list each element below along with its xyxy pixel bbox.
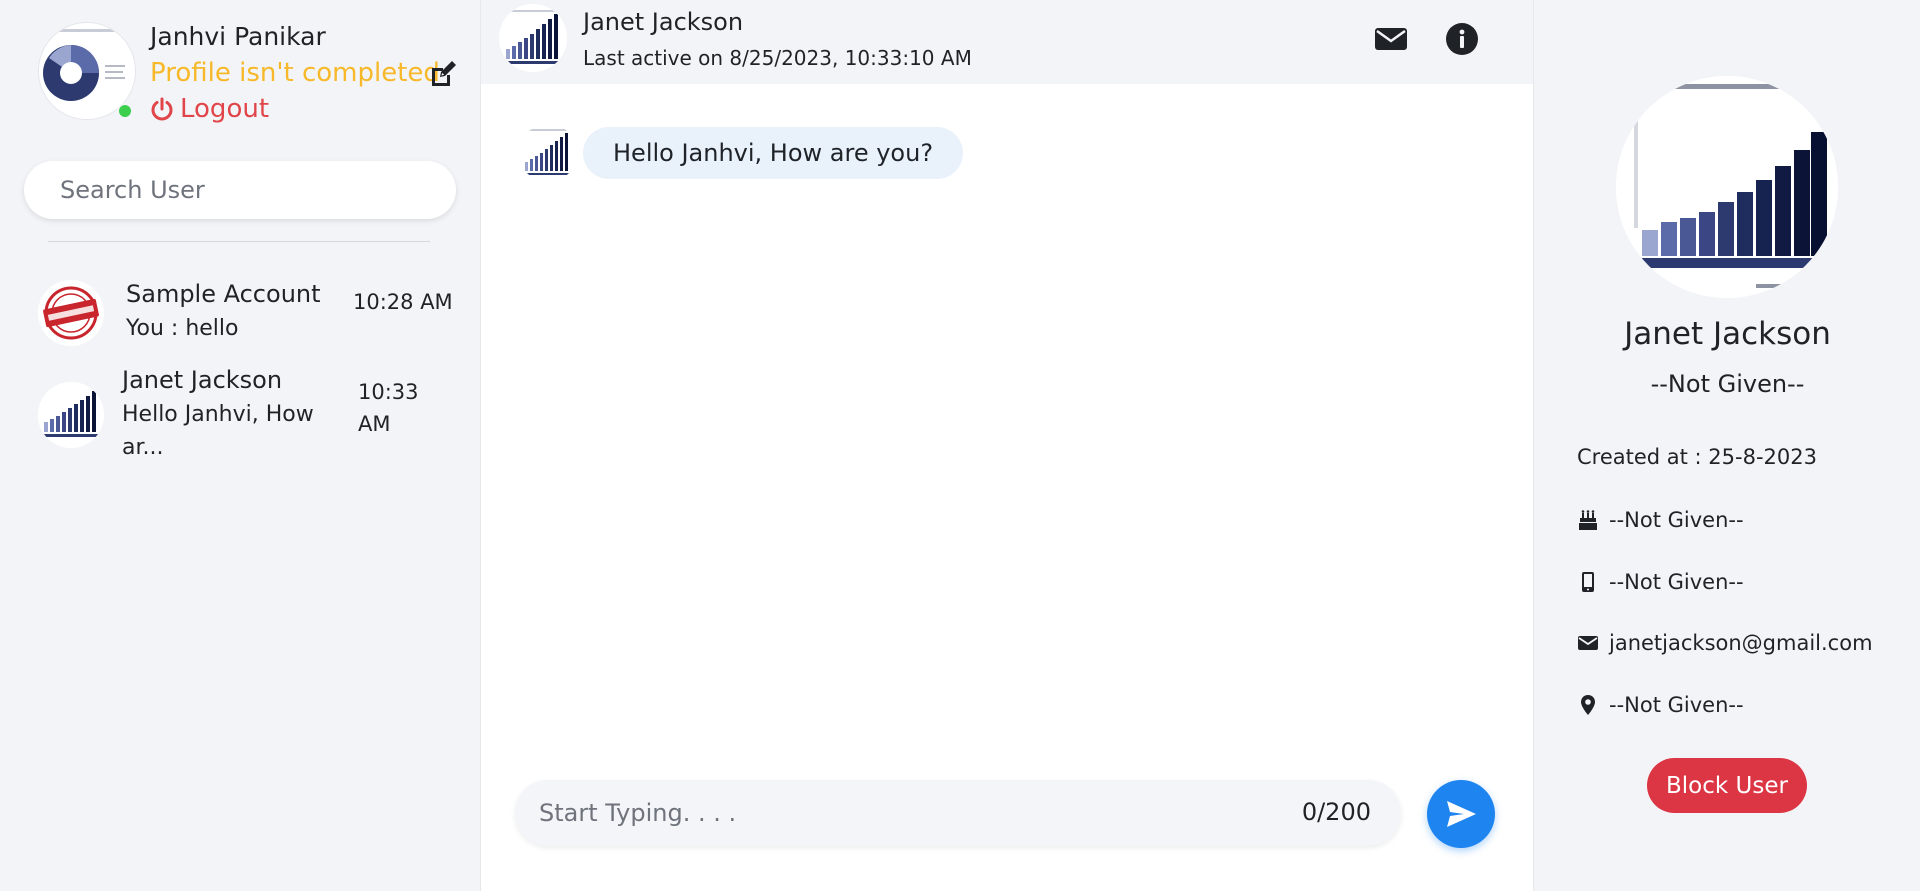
profile-name: Janet Jackson — [1624, 316, 1831, 352]
profile-birthday: --Not Given-- — [1609, 508, 1744, 532]
envelope-icon — [1577, 632, 1609, 654]
chat-contact-name: Janet Jackson — [583, 8, 744, 36]
character-counter: 0/200 — [1301, 798, 1371, 826]
message-sender-avatar — [519, 124, 577, 182]
profile-location-row: --Not Given-- — [1577, 693, 1744, 717]
current-user-name: Janhvi Panikar — [150, 22, 326, 51]
profile-phone-row: --Not Given-- — [1577, 570, 1744, 594]
mobile-phone-icon — [1577, 571, 1609, 593]
janet-jackson-avatar — [38, 382, 104, 448]
chat-contact-avatar[interactable] — [499, 4, 567, 72]
edit-profile-icon[interactable] — [428, 59, 458, 89]
birthday-cake-icon — [1577, 509, 1609, 531]
envelope-icon[interactable] — [1374, 22, 1408, 56]
message-bubble: Hello Janhvi, How are you? — [583, 127, 964, 179]
logout-button[interactable]: Logout — [150, 94, 269, 124]
search-user-input[interactable] — [24, 161, 456, 219]
conversation-last-message: Hello Janhvi, How ar... — [122, 402, 314, 460]
profile-created-date: Created at : 25-8-2023 — [1577, 445, 1817, 469]
logout-label: Logout — [180, 94, 270, 124]
conversation-name: Janet Jackson — [122, 366, 283, 394]
chat-last-active: Last active on 8/25/2023, 10:33:10 AM — [583, 46, 972, 70]
power-icon — [150, 97, 174, 121]
conversation-item-sample-account[interactable]: Sample Account You : hello 10:28 AM — [38, 278, 458, 348]
current-user-panel: Janhvi Panikar Profile isn't completed L… — [38, 22, 468, 132]
chat-panel: Janet Jackson Last active on 8/25/2023, … — [480, 0, 1534, 891]
profile-about: --Not Given-- — [1650, 370, 1805, 398]
message-input[interactable] — [539, 780, 1279, 846]
profile-email-row: janetjackson@gmail.com — [1577, 631, 1873, 655]
conversation-time: 10:33 AM — [358, 380, 419, 436]
profile-email[interactable]: janetjackson@gmail.com — [1609, 631, 1873, 655]
profile-avatar[interactable] — [1616, 76, 1838, 298]
profile-location: --Not Given-- — [1609, 693, 1744, 717]
message-row: Hello Janhvi, How are you? — [519, 124, 964, 182]
sidebar: Janhvi Panikar Profile isn't completed L… — [0, 0, 480, 891]
message-composer: 0/200 — [515, 780, 1401, 846]
profile-panel: Janet Jackson --Not Given-- Created at :… — [1535, 0, 1920, 891]
conversation-time: 10:28 AM — [353, 290, 453, 314]
sidebar-divider — [48, 241, 430, 242]
profile-status-text[interactable]: Profile isn't completed — [150, 58, 440, 88]
location-pin-icon — [1577, 694, 1609, 716]
profile-phone: --Not Given-- — [1609, 570, 1744, 594]
conversation-item-janet-jackson[interactable]: Janet Jackson Hello Janhvi, How ar... 10… — [38, 366, 458, 466]
send-button[interactable] — [1427, 780, 1495, 848]
conversation-name: Sample Account — [126, 280, 321, 308]
chat-header: Janet Jackson Last active on 8/25/2023, … — [481, 0, 1533, 84]
profile-birthday-row: --Not Given-- — [1577, 508, 1744, 532]
online-status-indicator — [117, 103, 133, 119]
info-icon[interactable] — [1445, 22, 1479, 56]
sample-account-avatar — [38, 280, 104, 346]
conversation-last-message: You : hello — [126, 316, 239, 341]
block-user-button[interactable]: Block User — [1647, 758, 1807, 813]
send-icon — [1444, 797, 1478, 831]
